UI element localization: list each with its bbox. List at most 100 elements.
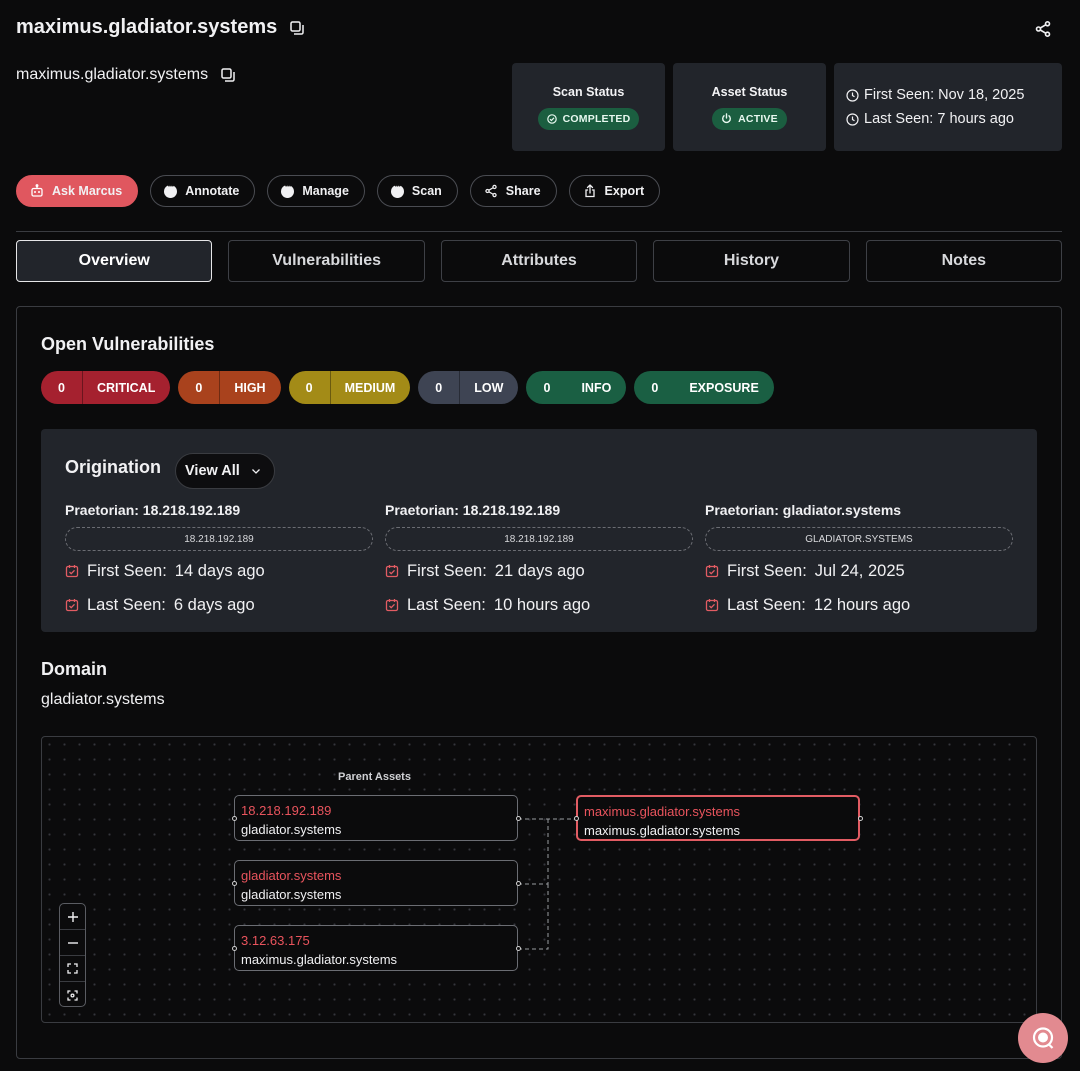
status-badge[interactable]: ACTIVE	[712, 107, 787, 130]
asset-graph[interactable]: Parent Assets 18.218.192.189 gladiator.s…	[41, 736, 1037, 1023]
last-seen-text: Last Seen: 7 hours ago	[864, 111, 1014, 127]
more-dots-icon	[164, 183, 178, 198]
node-title: 3.12.63.175	[241, 933, 310, 948]
origination-last-seen: Last Seen: 12 hours ago	[705, 591, 1013, 619]
open-vulnerabilities-title: Open Vulnerabilities	[41, 334, 215, 354]
low-count: 0	[435, 380, 443, 395]
info-badge[interactable]: 0 INFO	[526, 371, 627, 404]
origination-source: Praetorian: 18.218.192.189	[385, 502, 561, 518]
asset-subtitle: maximus.gladiator.systems	[16, 66, 236, 84]
last-seen-label: Last Seen:	[407, 595, 486, 614]
tab-overview[interactable]: Overview	[16, 240, 213, 282]
tab-history[interactable]: History	[653, 240, 850, 282]
check-circle-icon	[546, 113, 557, 124]
critical-badge[interactable]: 0 CRITICAL	[41, 371, 171, 404]
target-node[interactable]: maximus.gladiator.systems maximus.gladia…	[576, 795, 860, 841]
origination-chip[interactable]: 18.218.192.189	[65, 527, 373, 551]
node-handle[interactable]	[574, 816, 579, 821]
origination-source: Praetorian: 18.218.192.189	[65, 502, 241, 518]
page-title: maximus.gladiator.systems	[16, 16, 305, 39]
calendar-check-icon	[65, 598, 79, 612]
high-label: HIGH	[234, 380, 266, 395]
status-badge: COMPLETED	[537, 107, 640, 130]
last-seen-label: Last Seen:	[727, 595, 806, 614]
parent-node[interactable]: gladiator.systems gladiator.systems	[234, 860, 518, 906]
calendar-check-icon	[65, 564, 79, 578]
zoom-out-button[interactable]	[60, 930, 85, 956]
clock-icon	[846, 112, 859, 126]
last-seen-value: 12 hours ago	[813, 595, 911, 614]
vulnerability-badges: 0 CRITICAL 0 HIGH 0 MEDIUM 0 LOW 0 INFO …	[41, 371, 774, 404]
robot-icon	[30, 184, 44, 198]
view-all-dropdown[interactable]: View All	[175, 453, 275, 489]
first-seen-label: First Seen:	[87, 561, 167, 580]
graph-edge	[518, 819, 549, 885]
zoom-in-button[interactable]	[60, 904, 85, 930]
asset-status-card: Asset Status ACTIVE	[673, 63, 826, 151]
divider	[16, 231, 1062, 232]
copy-icon[interactable]	[289, 20, 305, 36]
annotate-button[interactable]: Annotate	[150, 175, 256, 207]
parent-assets-label: Parent Assets	[338, 771, 411, 783]
parent-node[interactable]: 3.12.63.175 maximus.gladiator.systems	[234, 925, 518, 971]
node-handle[interactable]	[232, 881, 237, 886]
share-icon[interactable]	[1034, 20, 1054, 40]
medium-badge[interactable]: 0 MEDIUM	[288, 371, 411, 404]
tab-notes[interactable]: Notes	[865, 240, 1063, 282]
fullscreen-icon	[67, 963, 78, 974]
calendar-check-icon	[705, 564, 719, 578]
manage-label: Manage	[302, 184, 349, 198]
share-button[interactable]: Share	[469, 175, 557, 207]
node-handle[interactable]	[858, 816, 863, 821]
more-dots-icon	[281, 183, 295, 198]
node-subtitle: gladiator.systems	[241, 822, 342, 837]
node-subtitle: gladiator.systems	[241, 887, 342, 902]
node-handle[interactable]	[516, 881, 521, 886]
origination-chip[interactable]: 18.218.192.189	[385, 527, 693, 551]
asset-status-value: ACTIVE	[738, 112, 778, 125]
node-handle[interactable]	[232, 816, 237, 821]
last-seen-value: 10 hours ago	[493, 595, 591, 614]
origination-item: Praetorian: 18.218.192.189 18.218.192.18…	[65, 502, 373, 619]
origination-item: Praetorian: 18.218.192.189 18.218.192.18…	[385, 502, 693, 619]
chevron-down-icon	[250, 465, 262, 477]
origination-chip[interactable]: GLADIATOR.SYSTEMS	[705, 527, 1013, 551]
exposure-badge[interactable]: 0 EXPOSURE	[634, 371, 774, 404]
asset-status-label: Asset Status	[711, 84, 788, 99]
high-count: 0	[195, 380, 203, 395]
copy-icon[interactable]	[220, 67, 236, 83]
node-handle[interactable]	[232, 946, 237, 951]
plus-icon	[67, 911, 79, 923]
calendar-check-icon	[705, 598, 719, 612]
export-button[interactable]: Export	[568, 175, 661, 207]
node-title: 18.218.192.189	[241, 803, 332, 818]
minus-icon	[67, 937, 79, 949]
fit-view-button[interactable]	[60, 956, 85, 982]
first-seen-label: First Seen:	[727, 561, 807, 580]
node-handle[interactable]	[516, 946, 521, 951]
origination-title: Origination	[65, 457, 161, 477]
chat-launcher-button[interactable]	[1018, 1013, 1068, 1063]
seen-card: First Seen: Nov 18, 2025 Last Seen: 7 ho…	[834, 63, 1062, 151]
tab-bar: Overview Vulnerabilities Attributes Hist…	[16, 240, 1063, 282]
first-seen-value: 14 days ago	[174, 561, 265, 580]
low-badge[interactable]: 0 LOW	[418, 371, 519, 404]
node-handle[interactable]	[516, 816, 521, 821]
graph-controls	[59, 903, 86, 1007]
first-seen-value: Jul 24, 2025	[814, 561, 905, 580]
view-all-label: View All	[185, 463, 240, 479]
high-badge[interactable]: 0 HIGH	[178, 371, 281, 404]
last-seen-label: Last Seen:	[87, 595, 166, 614]
tab-attributes[interactable]: Attributes	[440, 240, 638, 282]
tab-vulnerabilities[interactable]: Vulnerabilities	[228, 240, 425, 282]
focus-button[interactable]	[60, 982, 85, 1008]
share-icon	[484, 184, 498, 198]
ask-marcus-button[interactable]: Ask Marcus	[16, 175, 139, 207]
info-count: 0	[543, 380, 551, 395]
manage-button[interactable]: Manage	[267, 175, 365, 207]
scan-status-label: Scan Status	[552, 84, 625, 99]
focus-icon	[67, 989, 78, 1001]
origination-source: Praetorian: gladiator.systems	[705, 502, 902, 518]
parent-node[interactable]: 18.218.192.189 gladiator.systems	[234, 795, 518, 841]
scan-button[interactable]: Scan	[376, 175, 458, 207]
